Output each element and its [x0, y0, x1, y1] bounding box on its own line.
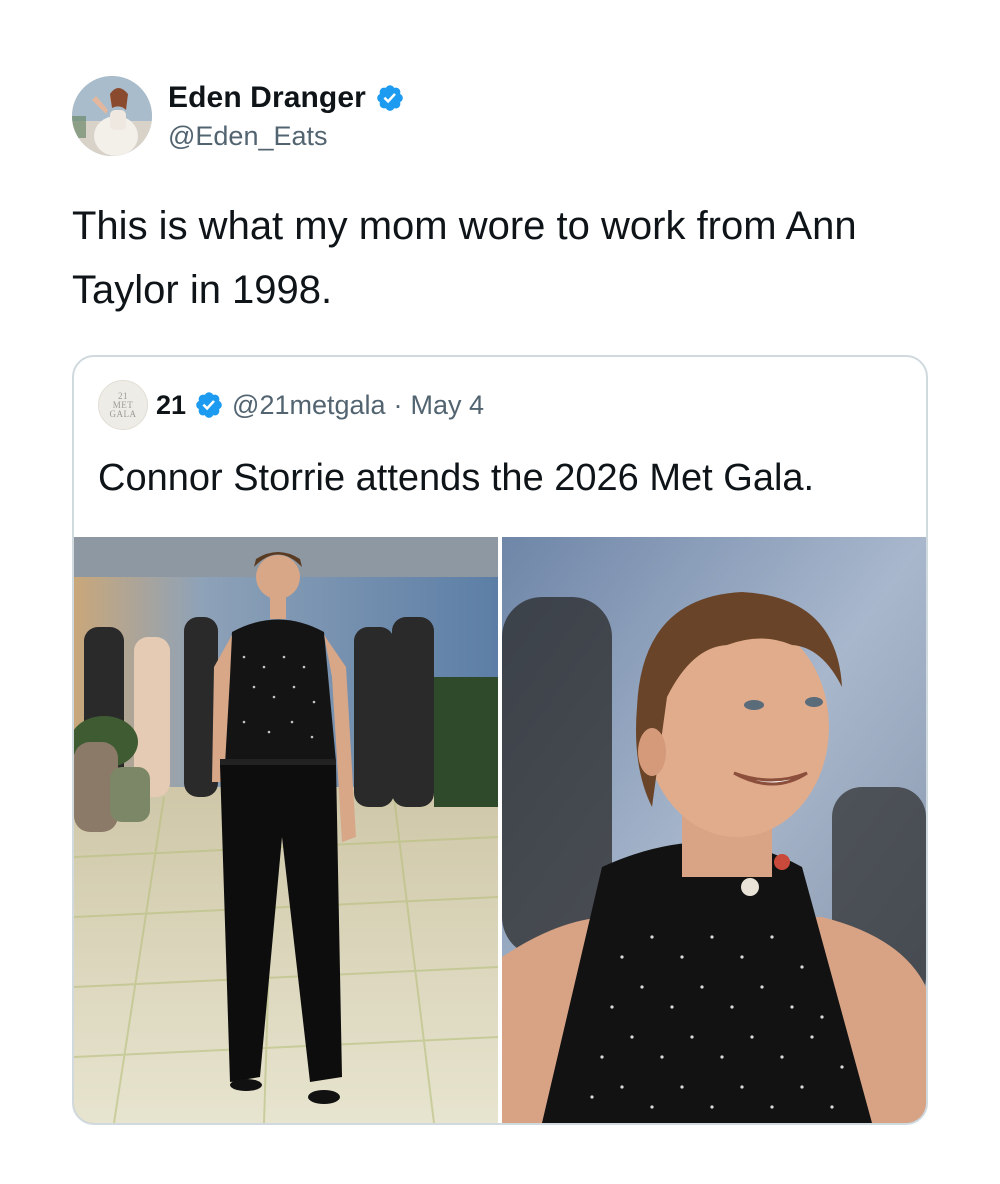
- media-photo-close-up[interactable]: [502, 537, 926, 1123]
- avatar-photo: [72, 76, 152, 156]
- author-name-line: Eden Dranger: [168, 79, 405, 117]
- author-names: Eden Dranger @Eden_Eats: [168, 76, 405, 152]
- quoted-author-handle[interactable]: @21metgala: [232, 390, 386, 421]
- quoted-tweet-media: [74, 537, 926, 1123]
- quoted-author-avatar[interactable]: 21 MET GALA: [98, 380, 148, 430]
- separator-dot: ·: [393, 389, 403, 420]
- quoted-author-display-name[interactable]: 21: [156, 390, 186, 421]
- quoted-tweet[interactable]: 21 MET GALA 21 @21metgala · May 4 Connor…: [72, 355, 928, 1125]
- author-handle[interactable]: @Eden_Eats: [168, 121, 405, 152]
- verified-badge-icon: [194, 390, 224, 420]
- tweet-text: This is what my mom wore to work from An…: [72, 204, 857, 312]
- quoted-tweet-text: Connor Storrie attends the 2026 Met Gala…: [98, 457, 815, 499]
- tweet: Eden Dranger @Eden_Eats This is what my …: [72, 76, 928, 1125]
- avatar-logo-line: GALA: [109, 408, 137, 419]
- author-avatar[interactable]: [72, 76, 152, 156]
- media-photo-full-length[interactable]: [74, 537, 498, 1123]
- verified-badge-icon: [375, 83, 405, 113]
- quoted-tweet-date[interactable]: May 4: [411, 390, 485, 421]
- tweet-author-row: Eden Dranger @Eden_Eats: [72, 76, 928, 158]
- quoted-tweet-header: 21 MET GALA 21 @21metgala · May 4: [98, 380, 485, 430]
- author-display-name[interactable]: Eden Dranger: [168, 81, 366, 115]
